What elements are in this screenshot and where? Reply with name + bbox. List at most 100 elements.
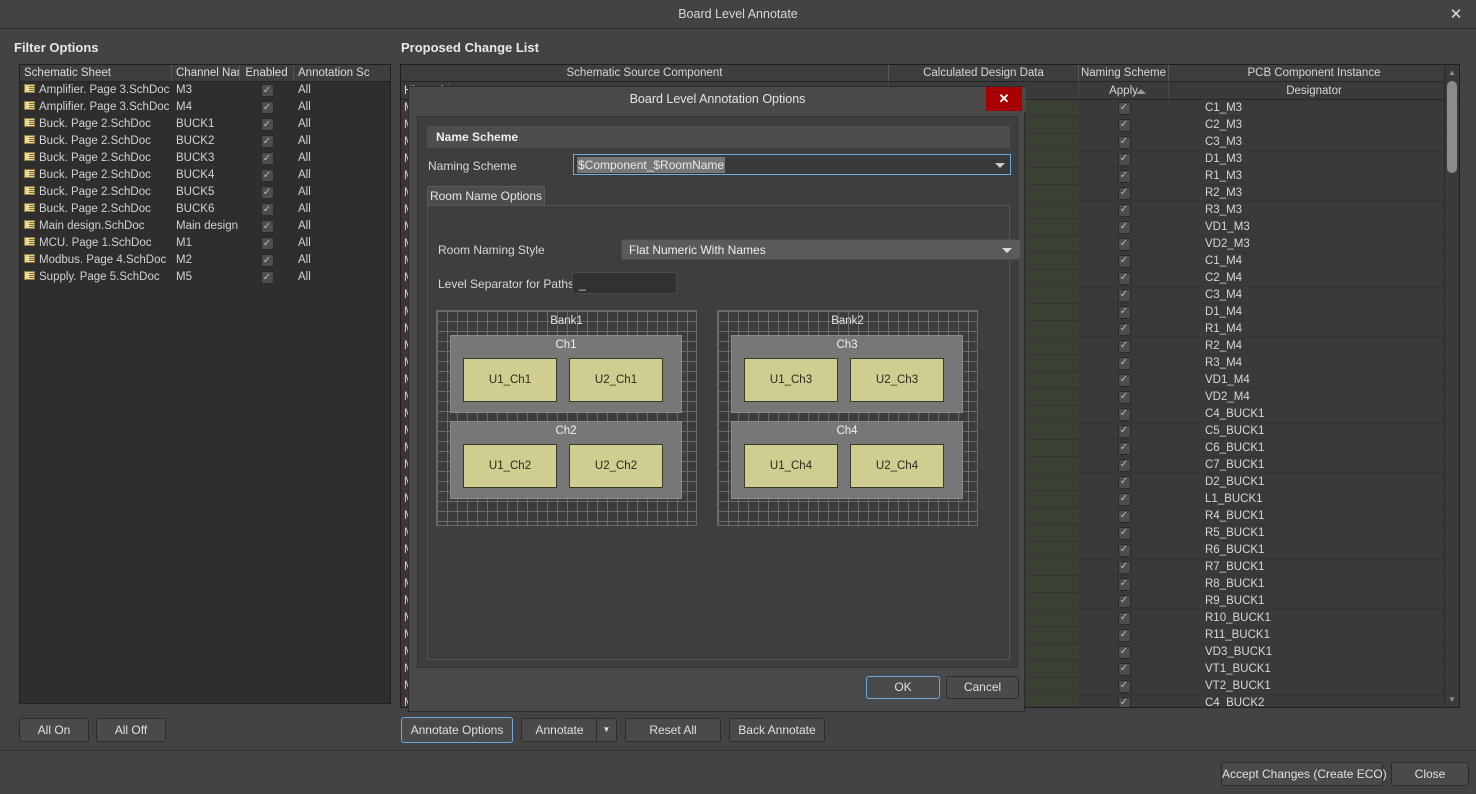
enabled-checkbox[interactable]: ✓	[260, 186, 274, 199]
apply-checkbox[interactable]: ✓	[1117, 322, 1131, 336]
apply-checkbox[interactable]: ✓	[1117, 169, 1131, 183]
annotate-button[interactable]: Annotate	[521, 718, 597, 742]
apply-checkbox[interactable]: ✓	[1117, 390, 1131, 404]
apply-checkbox[interactable]: ✓	[1117, 288, 1131, 302]
apply-checkbox[interactable]: ✓	[1117, 645, 1131, 659]
apply-cell[interactable]: ✓	[1079, 559, 1169, 575]
filter-enabled-cell[interactable]: ✓	[240, 167, 294, 184]
apply-checkbox[interactable]: ✓	[1117, 407, 1131, 421]
room-naming-style-combobox[interactable]: Flat Numeric With Names	[621, 239, 1021, 260]
filter-row[interactable]: Buck. Page 2.SchDoc BUCK2 ✓ All	[20, 133, 390, 150]
enabled-checkbox[interactable]: ✓	[260, 237, 274, 250]
change-list-scrollbar[interactable]: ▲ ▼	[1444, 66, 1458, 706]
apply-cell[interactable]: ✓	[1079, 610, 1169, 626]
filter-enabled-cell[interactable]: ✓	[240, 218, 294, 235]
apply-cell[interactable]: ✓	[1079, 372, 1169, 388]
filter-row[interactable]: Buck. Page 2.SchDoc BUCK6 ✓ All	[20, 201, 390, 218]
apply-checkbox[interactable]: ✓	[1117, 305, 1131, 319]
apply-cell[interactable]: ✓	[1079, 644, 1169, 660]
apply-checkbox[interactable]: ✓	[1117, 628, 1131, 642]
filter-row[interactable]: Buck. Page 2.SchDoc BUCK4 ✓ All	[20, 167, 390, 184]
filter-enabled-cell[interactable]: ✓	[240, 82, 294, 99]
filter-row[interactable]: Amplifier. Page 3.SchDoc M4 ✓ All	[20, 99, 390, 116]
apply-checkbox[interactable]: ✓	[1117, 509, 1131, 523]
apply-checkbox[interactable]: ✓	[1117, 254, 1131, 268]
filter-enabled-cell[interactable]: ✓	[240, 269, 294, 286]
apply-checkbox[interactable]: ✓	[1117, 237, 1131, 251]
apply-cell[interactable]: ✓	[1079, 593, 1169, 609]
apply-checkbox[interactable]: ✓	[1117, 356, 1131, 370]
scroll-up-icon[interactable]: ▲	[1445, 66, 1459, 79]
enabled-checkbox[interactable]: ✓	[260, 152, 274, 165]
filter-row[interactable]: Buck. Page 2.SchDoc BUCK3 ✓ All	[20, 150, 390, 167]
filter-enabled-cell[interactable]: ✓	[240, 150, 294, 167]
apply-cell[interactable]: ✓	[1079, 440, 1169, 456]
apply-checkbox[interactable]: ✓	[1117, 203, 1131, 217]
apply-checkbox[interactable]: ✓	[1117, 543, 1131, 557]
apply-cell[interactable]: ✓	[1079, 355, 1169, 371]
dialog-ok-button[interactable]: OK	[866, 676, 940, 699]
apply-cell[interactable]: ✓	[1079, 185, 1169, 201]
col-annotation-scope[interactable]: Annotation Sc	[294, 65, 390, 81]
apply-cell[interactable]: ✓	[1079, 168, 1169, 184]
apply-checkbox[interactable]: ✓	[1117, 526, 1131, 540]
apply-checkbox[interactable]: ✓	[1117, 118, 1131, 132]
level-separator-input[interactable]: _	[572, 272, 677, 294]
col-designator[interactable]: Designator	[1169, 82, 1459, 99]
apply-checkbox[interactable]: ✓	[1117, 101, 1131, 115]
group-pcb-component-instance[interactable]: PCB Component Instance	[1169, 65, 1459, 81]
reset-all-button[interactable]: Reset All	[625, 718, 721, 742]
apply-cell[interactable]: ✓	[1079, 151, 1169, 167]
apply-cell[interactable]: ✓	[1079, 627, 1169, 643]
filter-row[interactable]: Buck. Page 2.SchDoc BUCK5 ✓ All	[20, 184, 390, 201]
apply-cell[interactable]: ✓	[1079, 474, 1169, 490]
accept-changes-button[interactable]: Accept Changes (Create ECO)	[1221, 762, 1387, 786]
apply-checkbox[interactable]: ✓	[1117, 577, 1131, 591]
apply-cell[interactable]: ✓	[1079, 338, 1169, 354]
apply-cell[interactable]: ✓	[1079, 389, 1169, 405]
enabled-checkbox[interactable]: ✓	[260, 271, 274, 284]
enabled-checkbox[interactable]: ✓	[260, 84, 274, 97]
col-channel-name[interactable]: Channel Name	[172, 65, 240, 81]
all-off-button[interactable]: All Off	[96, 718, 166, 742]
apply-cell[interactable]: ✓	[1079, 202, 1169, 218]
annotate-options-button[interactable]: Annotate Options	[401, 717, 513, 743]
chevron-down-icon[interactable]	[1002, 248, 1012, 253]
group-schematic-source-component[interactable]: Schematic Source Component	[401, 65, 889, 81]
scroll-down-icon[interactable]: ▼	[1445, 693, 1459, 706]
filter-enabled-cell[interactable]: ✓	[240, 184, 294, 201]
enabled-checkbox[interactable]: ✓	[260, 135, 274, 148]
apply-cell[interactable]: ✓	[1079, 236, 1169, 252]
apply-checkbox[interactable]: ✓	[1117, 696, 1131, 707]
filter-enabled-cell[interactable]: ✓	[240, 133, 294, 150]
apply-cell[interactable]: ✓	[1079, 321, 1169, 337]
filter-row[interactable]: Amplifier. Page 3.SchDoc M3 ✓ All	[20, 82, 390, 99]
filter-enabled-cell[interactable]: ✓	[240, 99, 294, 116]
apply-checkbox[interactable]: ✓	[1117, 424, 1131, 438]
apply-checkbox[interactable]: ✓	[1117, 492, 1131, 506]
apply-checkbox[interactable]: ✓	[1117, 220, 1131, 234]
apply-checkbox[interactable]: ✓	[1117, 594, 1131, 608]
col-schematic-sheet[interactable]: Schematic Sheet	[20, 65, 172, 81]
chevron-down-icon[interactable]	[995, 163, 1005, 168]
col-apply[interactable]: Apply	[1079, 82, 1169, 99]
back-annotate-button[interactable]: Back Annotate	[729, 718, 825, 742]
filter-enabled-cell[interactable]: ✓	[240, 252, 294, 269]
filter-enabled-cell[interactable]: ✓	[240, 235, 294, 252]
apply-checkbox[interactable]: ✓	[1117, 475, 1131, 489]
apply-checkbox[interactable]: ✓	[1117, 373, 1131, 387]
apply-checkbox[interactable]: ✓	[1117, 441, 1131, 455]
apply-cell[interactable]: ✓	[1079, 491, 1169, 507]
enabled-checkbox[interactable]: ✓	[260, 254, 274, 267]
apply-cell[interactable]: ✓	[1079, 100, 1169, 116]
apply-cell[interactable]: ✓	[1079, 406, 1169, 422]
apply-cell[interactable]: ✓	[1079, 576, 1169, 592]
filter-row[interactable]: Modbus. Page 4.SchDoc M2 ✓ All	[20, 252, 390, 269]
filter-options-table[interactable]: Schematic Sheet Channel Name Enabled Ann…	[19, 64, 391, 704]
apply-checkbox[interactable]: ✓	[1117, 152, 1131, 166]
enabled-checkbox[interactable]: ✓	[260, 169, 274, 182]
enabled-checkbox[interactable]: ✓	[260, 118, 274, 131]
apply-checkbox[interactable]: ✓	[1117, 186, 1131, 200]
group-calculated-design-data[interactable]: Calculated Design Data	[889, 65, 1079, 81]
apply-checkbox[interactable]: ✓	[1117, 135, 1131, 149]
